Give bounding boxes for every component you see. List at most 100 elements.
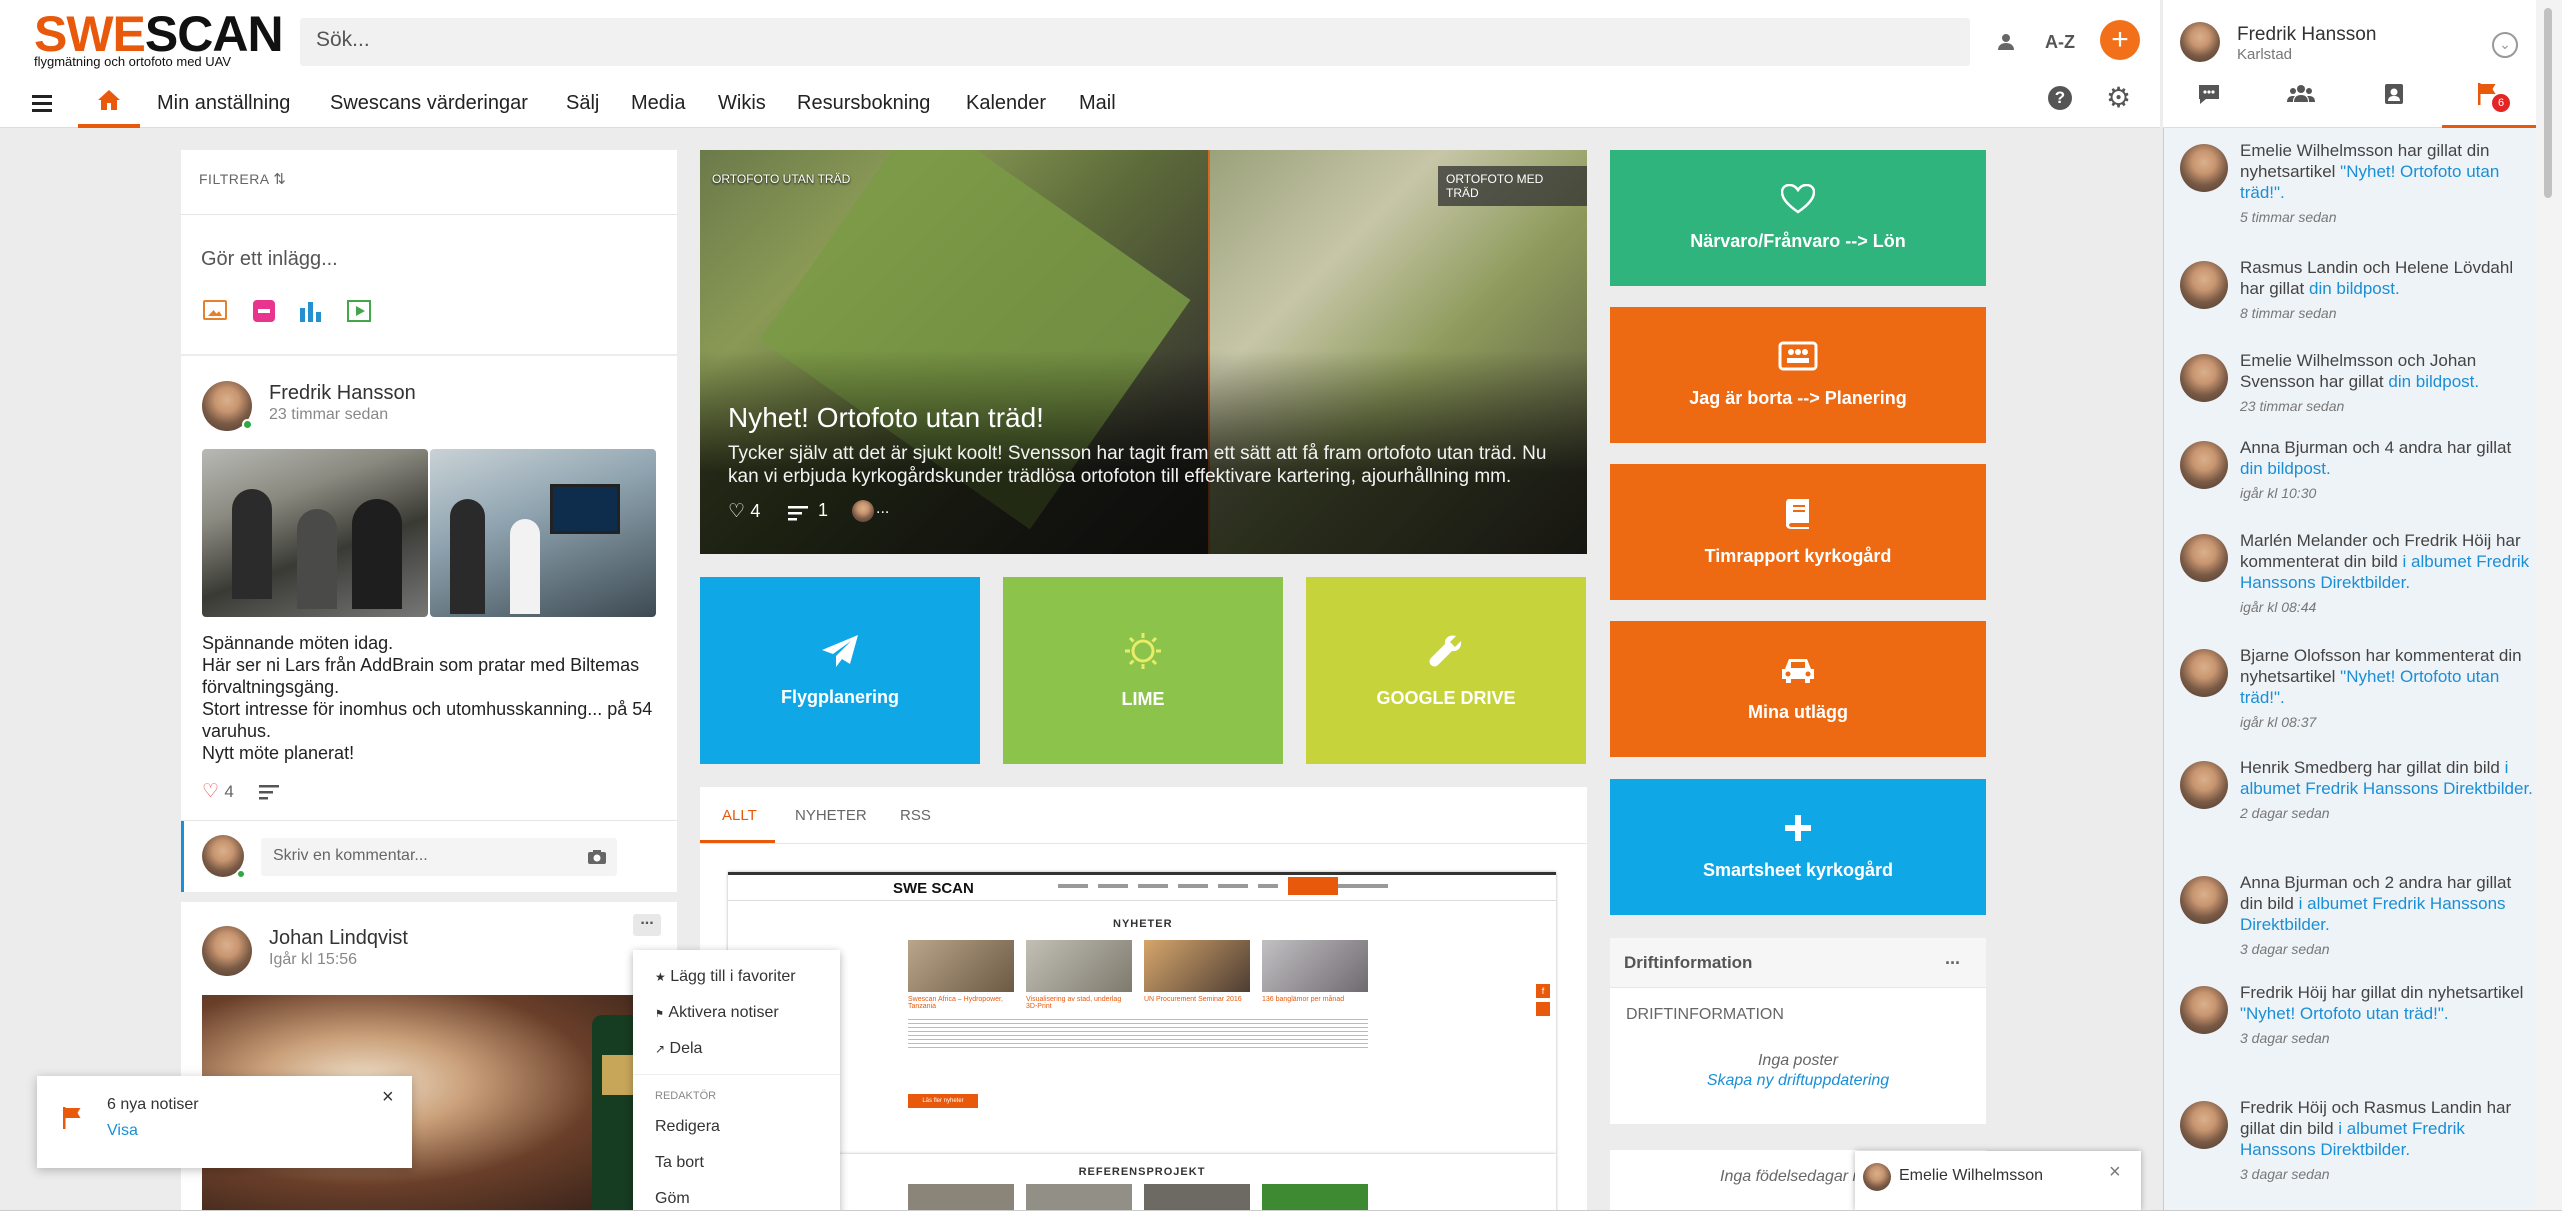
chat-window[interactable]: Emelie Wilhelmsson ×	[1855, 1151, 2141, 1211]
toast-view-link[interactable]: Visa	[107, 1122, 138, 1140]
menu-item-hide[interactable]: Göm	[655, 1190, 690, 1208]
menu-item-notifications[interactable]: ⚑ Aktivera notiser	[655, 1004, 779, 1022]
notification-text: Henrik Smedberg har gillat din bild i al…	[2240, 757, 2535, 824]
tile-heart[interactable]: Närvaro/Frånvaro --> Lön	[1610, 150, 1986, 286]
nav-item-resursbokning[interactable]: Resursbokning	[797, 80, 930, 128]
tab-rss[interactable]: RSS	[900, 807, 931, 824]
tile-flygplanering[interactable]: Flygplanering	[700, 577, 980, 764]
star-icon: ★	[655, 970, 666, 984]
hero-liker-avatar[interactable]	[852, 500, 874, 522]
nav-home[interactable]	[78, 80, 140, 128]
az-directory-button[interactable]: A-Z	[2040, 22, 2080, 62]
notification-text: Bjarne Olofsson har kommenterat din nyhe…	[2240, 645, 2535, 733]
tab-allt[interactable]: ALLT	[722, 807, 757, 824]
post-author-avatar[interactable]	[202, 926, 252, 976]
nav-item-mail[interactable]: Mail	[1079, 80, 1116, 128]
tile-lime[interactable]: LIME	[1003, 577, 1283, 764]
compose-input[interactable]: Gör ett inlägg...	[201, 248, 338, 271]
nav-item-varderingar[interactable]: Swescans värderingar	[330, 80, 528, 128]
menu-item-edit[interactable]: Redigera	[655, 1118, 720, 1136]
close-icon[interactable]: ×	[382, 1086, 394, 1109]
chat-avatar	[1863, 1163, 1891, 1191]
notification-link[interactable]: din bildpost.	[2309, 279, 2400, 298]
post-photo-2[interactable]	[430, 449, 656, 617]
tile-plus[interactable]: Smartsheet kyrkogård	[1610, 779, 1986, 915]
news-hero[interactable]: ORTOFOTO UTAN TRÄD ORTOFOTO MED TRÄD Nyh…	[700, 150, 1587, 554]
gear-icon[interactable]: ⚙	[2106, 84, 2131, 112]
nav-item-min-anstallning[interactable]: Min anställning	[157, 80, 290, 128]
tile-label: LIME	[1121, 688, 1165, 709]
chat-name: Emelie Wilhelmsson	[1899, 1167, 2044, 1184]
tab-notifications[interactable]: 6	[2442, 80, 2536, 128]
sun-icon	[1124, 632, 1162, 679]
hamburger-menu-icon[interactable]	[32, 93, 54, 118]
tab-nyheter[interactable]: NYHETER	[795, 807, 867, 824]
tile-group[interactable]: Jag är borta --> Planering	[1610, 307, 1986, 443]
contacts-icon[interactable]	[2382, 82, 2406, 111]
nav-item-media[interactable]: Media	[631, 80, 685, 128]
hero-more[interactable]: ...	[876, 500, 889, 518]
camera-icon[interactable]	[587, 849, 607, 865]
video-icon[interactable]	[347, 300, 371, 322]
add-button[interactable]: +	[2100, 20, 2140, 60]
user-avatar[interactable]	[2180, 22, 2220, 62]
panel-scrollbar[interactable]	[2536, 0, 2562, 1210]
hero-like-button[interactable]: ♡ 4	[728, 500, 760, 523]
drift-more-button[interactable]: ...	[1945, 948, 1960, 969]
compose-card: FILTRERA ⇅ Gör ett inlägg...	[181, 150, 677, 354]
groups-icon[interactable]	[2286, 82, 2316, 111]
chat-icon[interactable]	[2196, 82, 2222, 111]
preview-lang	[1338, 884, 1388, 888]
tile-car[interactable]: Mina utlägg	[1610, 621, 1986, 757]
nav-item-wikis[interactable]: Wikis	[718, 80, 766, 128]
website-preview[interactable]: SWE SCAN NYHETER Swescan Africa – Hydrop…	[728, 872, 1556, 1154]
nav-item-kalender[interactable]: Kalender	[966, 80, 1046, 128]
image-icon[interactable]	[203, 300, 227, 320]
post-context-menu: ★ Lägg till i favoriter ⚑ Aktivera notis…	[633, 950, 840, 1227]
menu-item-share[interactable]: ↗ Dela	[655, 1040, 702, 1058]
tile-label: Närvaro/Frånvaro --> Lön	[1690, 231, 1906, 251]
people-icon[interactable]	[1986, 22, 2026, 62]
notification-avatar	[2180, 534, 2228, 582]
menu-item-delete[interactable]: Ta bort	[655, 1154, 704, 1172]
poll-icon[interactable]	[253, 300, 275, 322]
swescan-logo[interactable]: SWESCAN flygmätning och ortofoto med UAV	[34, 8, 284, 70]
nav-item-salj[interactable]: Sälj	[566, 80, 599, 128]
menu-item-favorite[interactable]: ★ Lägg till i favoriter	[655, 968, 796, 986]
post-author[interactable]: Fredrik Hansson	[269, 382, 416, 405]
chart-icon[interactable]	[299, 300, 323, 327]
tile-book[interactable]: Timrapport kyrkogård	[1610, 464, 1986, 600]
hero-comments-icon[interactable]	[788, 505, 808, 526]
post-time: 23 timmar sedan	[269, 406, 389, 423]
plus-icon	[1783, 813, 1813, 852]
search-input[interactable]: Sök...	[300, 18, 1970, 66]
hero-title[interactable]: Nyhet! Ortofoto utan träd!	[728, 402, 1044, 434]
help-icon[interactable]: ?	[2048, 86, 2072, 110]
notification-link[interactable]: din bildpost.	[2240, 459, 2331, 478]
post-photo-1[interactable]	[202, 449, 428, 617]
notification-message: Anna Bjurman och 4 andra har gillat	[2240, 438, 2512, 457]
preview-instagram-icon	[1536, 1002, 1550, 1016]
comment-input[interactable]: Skriv en kommentar...	[261, 838, 617, 876]
tile-label: Flygplanering	[780, 686, 899, 707]
website-preview-2[interactable]: REFERENSPROJEKT	[728, 1154, 1556, 1217]
notification-toast[interactable]: 6 nya notiser Visa ×	[37, 1076, 412, 1168]
notification-link[interactable]: din bildpost.	[2388, 372, 2479, 391]
tile-google-drive[interactable]: GOOGLE DRIVE	[1306, 577, 1586, 764]
filter-label[interactable]: FILTRERA ⇅	[199, 170, 286, 188]
notification-text: Anna Bjurman och 2 andra har gillat din …	[2240, 872, 2535, 960]
chevron-down-icon[interactable]: ⌄	[2492, 32, 2518, 58]
post-more-button[interactable]: ...	[633, 912, 661, 936]
divider	[728, 900, 1556, 901]
comments-icon[interactable]	[259, 784, 279, 805]
preview-article-body	[908, 1018, 1368, 1048]
notification-link[interactable]: "Nyhet! Ortofoto utan träd!".	[2240, 1004, 2449, 1023]
close-icon[interactable]: ×	[2109, 1161, 2121, 1184]
create-drift-update-link[interactable]: Skapa ny driftuppdatering	[1610, 1072, 1986, 1090]
post-author[interactable]: Johan Lindqvist	[269, 927, 408, 950]
notification-time: igår kl 10:30	[2240, 485, 2317, 501]
menu-section-label: REDAKTÖR	[655, 1090, 717, 1102]
scrollbar-thumb[interactable]	[2544, 8, 2552, 198]
online-status-dot	[236, 869, 246, 879]
like-button[interactable]: ♡ 4	[202, 780, 234, 803]
